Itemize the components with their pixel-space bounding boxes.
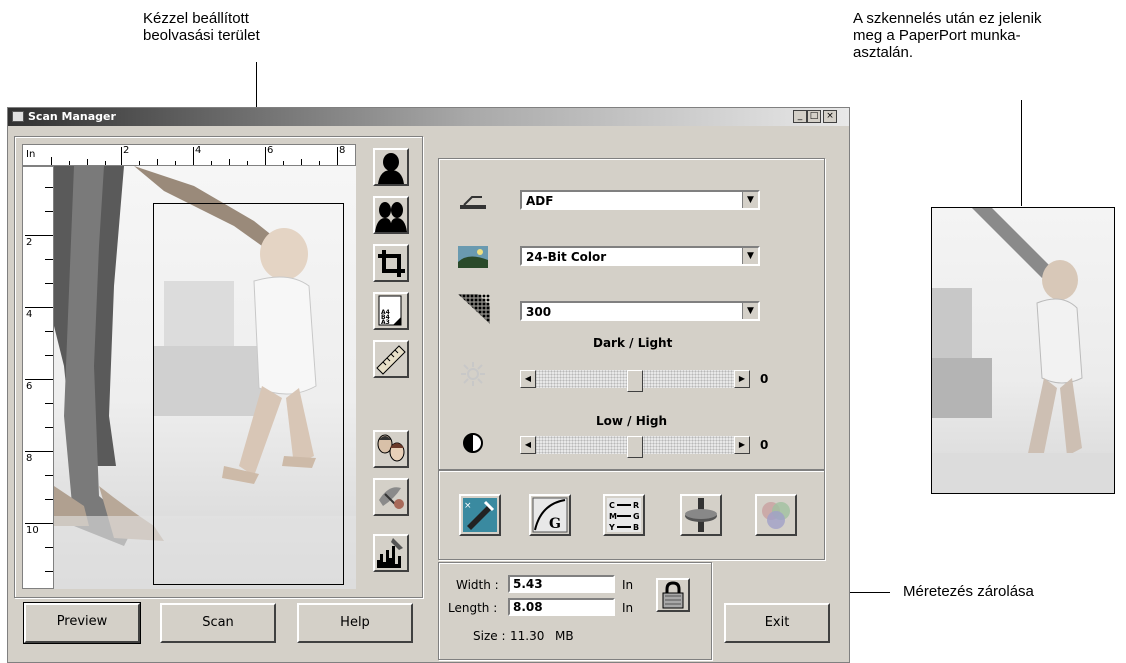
- svg-text:Y: Y: [608, 523, 615, 532]
- svg-text:A3: A3: [381, 319, 390, 326]
- brightness-label: Dark / Light: [593, 336, 673, 350]
- length-label: Length :: [448, 601, 498, 615]
- window-title: Scan Manager: [28, 110, 116, 123]
- resolution-select-value: 300: [526, 305, 552, 319]
- contrast-slider[interactable]: ◀ ▶: [520, 436, 750, 458]
- contrast-label: Low / High: [596, 414, 668, 428]
- faces-icon[interactable]: [373, 430, 409, 468]
- resolution-select[interactable]: 300 ▼: [520, 301, 760, 321]
- paperport-callout: A szkennelés után ez jelenik meg a Paper…: [853, 10, 1041, 61]
- color-mode-select-value: 24-Bit Color: [526, 250, 607, 264]
- contrast-icon: [462, 432, 484, 454]
- lock-callout: Méretezés zárolása: [903, 583, 1034, 600]
- svg-text:×: ×: [464, 501, 472, 511]
- color-balance-icon[interactable]: [680, 494, 722, 536]
- scan-area-callout-line2: beolvasási terület: [143, 27, 260, 44]
- contrast-decrease-button[interactable]: ◀: [520, 436, 536, 454]
- contrast-increase-button[interactable]: ▶: [734, 436, 750, 454]
- scan-area-callout: Kézzel beállított beolvasási terület: [143, 10, 260, 44]
- paperport-thumbnail: [931, 207, 1115, 494]
- paperport-callout-line3: asztalán.: [853, 44, 914, 61]
- descreen-icon[interactable]: [373, 478, 409, 516]
- chevron-down-icon[interactable]: ▼: [742, 248, 758, 264]
- dual-silhouette-icon[interactable]: [373, 196, 409, 234]
- crop-icon[interactable]: [373, 244, 409, 282]
- brightness-value: 0: [760, 372, 769, 386]
- lock-icon[interactable]: [656, 578, 690, 612]
- scan-area-callout-line1: Kézzel beállított: [143, 10, 249, 27]
- preview-image: [54, 166, 356, 589]
- source-select[interactable]: ADF ▼: [520, 190, 760, 210]
- close-button[interactable]: ×: [823, 110, 837, 123]
- contrast-slider-thumb[interactable]: [627, 436, 643, 458]
- maximize-button[interactable]: □: [807, 110, 821, 123]
- preview-button[interactable]: Preview: [23, 602, 141, 644]
- paper-size-icon[interactable]: A4 B4 A3: [373, 292, 409, 330]
- brightness-decrease-button[interactable]: ◀: [520, 370, 536, 388]
- minimize-button[interactable]: _: [793, 110, 807, 123]
- svg-text:M: M: [609, 512, 617, 521]
- help-button[interactable]: Help: [297, 603, 413, 643]
- paperport-thumbnail-image: [932, 208, 1114, 493]
- app-icon: [12, 111, 24, 122]
- ruler-v-label-4: 4: [26, 309, 33, 320]
- resolution-icon: [458, 294, 490, 324]
- color-picker-icon[interactable]: ×: [459, 494, 501, 536]
- chevron-down-icon[interactable]: ▼: [742, 303, 758, 319]
- vertical-ruler: 2 4 6 8 10: [22, 166, 54, 589]
- scan-manager-window: Scan Manager _ □ × In 2 4 6 8 2 4 6 8 10: [7, 107, 850, 663]
- width-field[interactable]: 5.43: [508, 575, 615, 593]
- width-unit: In: [622, 578, 634, 592]
- chevron-down-icon[interactable]: ▼: [742, 192, 758, 208]
- size-value: 11.30: [510, 629, 545, 643]
- ruler-v-label-6: 6: [26, 381, 33, 392]
- ruler-icon[interactable]: [373, 340, 409, 378]
- ruler-v-label-10: 10: [26, 525, 39, 536]
- color-mode-select[interactable]: 24-Bit Color ▼: [520, 246, 760, 266]
- title-bar: Scan Manager _ □ ×: [8, 108, 849, 126]
- svg-text:R: R: [633, 501, 639, 510]
- paperport-callout-line1: A szkennelés után ez jelenik: [853, 10, 1042, 27]
- ruler-v-label-2: 2: [26, 237, 33, 248]
- sun-icon: [460, 361, 486, 387]
- ruler-v-label-8: 8: [26, 453, 33, 464]
- svg-text:C: C: [609, 501, 615, 510]
- paperport-callout-line2: meg a PaperPort munka-: [853, 27, 1021, 44]
- size-label: Size :: [473, 629, 506, 643]
- size-unit: MB: [555, 629, 574, 643]
- gamma-curve-icon[interactable]: G: [529, 494, 571, 536]
- brightness-increase-button[interactable]: ▶: [734, 370, 750, 388]
- length-field[interactable]: 8.08: [508, 598, 615, 616]
- silhouette-icon[interactable]: [373, 148, 409, 186]
- svg-text:G: G: [633, 512, 640, 521]
- scan-button[interactable]: Scan: [160, 603, 276, 643]
- svg-text:G: G: [549, 516, 561, 532]
- ruler-h-label-2: 2: [123, 145, 130, 156]
- ruler-unit: In: [26, 149, 36, 160]
- brightness-slider-thumb[interactable]: [627, 370, 643, 392]
- histogram-icon[interactable]: [373, 534, 409, 572]
- brightness-slider[interactable]: ◀ ▶: [520, 370, 750, 392]
- length-unit: In: [622, 601, 634, 615]
- width-label: Width :: [456, 578, 499, 592]
- ruler-h-label-4: 4: [195, 145, 202, 156]
- svg-text:B: B: [633, 523, 639, 532]
- color-mode-icon: [458, 246, 488, 268]
- ruler-h-label-6: 6: [267, 145, 274, 156]
- source-select-value: ADF: [526, 194, 554, 208]
- exit-button[interactable]: Exit: [724, 603, 830, 643]
- color-filter-icon[interactable]: [755, 494, 797, 536]
- scan-area-selection[interactable]: [153, 203, 344, 585]
- scanner-icon: [458, 191, 488, 211]
- paperport-callout-line: [1021, 100, 1022, 206]
- ruler-h-label-8: 8: [339, 145, 346, 156]
- cmy-rgb-icon[interactable]: C R M G Y B: [603, 494, 645, 536]
- contrast-value: 0: [760, 438, 769, 452]
- horizontal-ruler: In 2 4 6 8: [22, 144, 356, 166]
